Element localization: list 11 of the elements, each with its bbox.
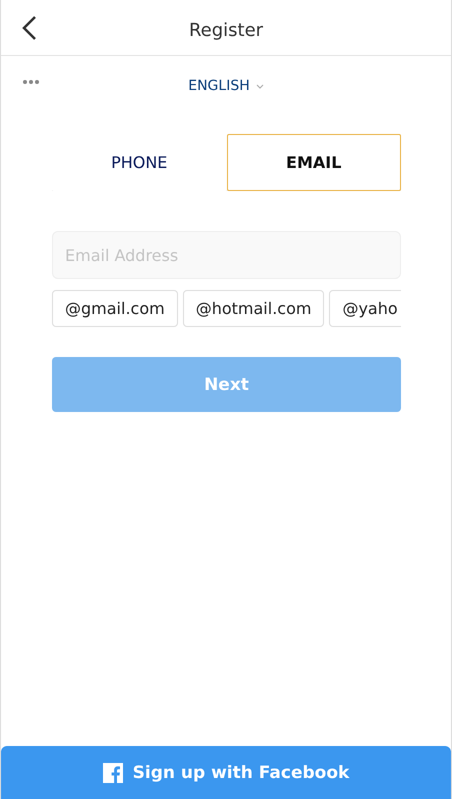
domain-chip[interactable]: @hotmail.com — [182, 290, 324, 327]
page-title: Register — [188, 20, 264, 41]
back-icon — [21, 15, 37, 41]
facebook-icon — [102, 762, 123, 782]
facebook-signup-label: Sign up with Facebook — [132, 762, 350, 782]
tab[interactable]: EMAIL — [226, 134, 401, 191]
chevron-down-icon — [256, 84, 264, 88]
domain-chip[interactable]: @yaho — [329, 290, 401, 327]
more-icon[interactable] — [23, 80, 39, 84]
language-selector[interactable]: ENGLISH — [188, 78, 264, 94]
domain-chip[interactable]: @gmail.com — [52, 290, 178, 327]
